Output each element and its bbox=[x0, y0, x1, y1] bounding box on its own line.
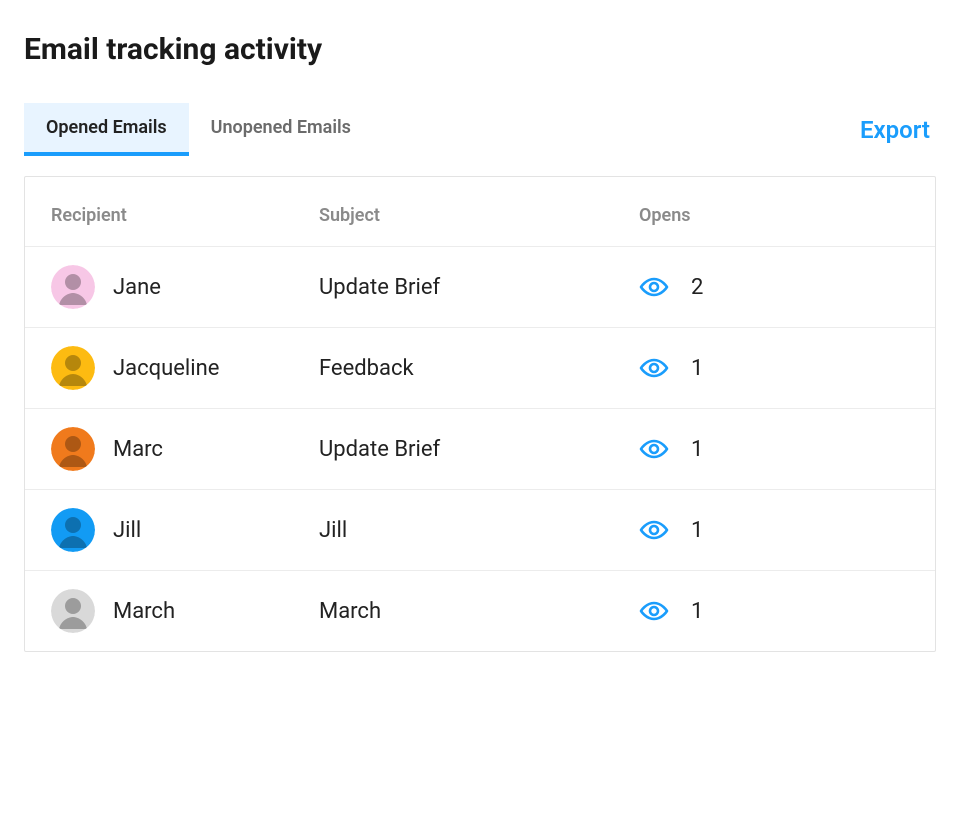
opens-count: 2 bbox=[691, 275, 703, 300]
avatar bbox=[51, 427, 95, 471]
avatar bbox=[51, 346, 95, 390]
email-subject: March bbox=[319, 599, 381, 624]
recipient-name: March bbox=[113, 599, 175, 624]
col-header-opens: Opens bbox=[639, 205, 909, 226]
recipient-name: Jane bbox=[113, 275, 161, 300]
eye-icon bbox=[639, 277, 669, 297]
email-subject: Update Brief bbox=[319, 275, 440, 300]
eye-icon bbox=[639, 520, 669, 540]
email-subject: Jill bbox=[319, 518, 347, 543]
page-title: Email tracking activity bbox=[24, 32, 936, 67]
opens-count: 1 bbox=[691, 518, 703, 543]
col-header-subject: Subject bbox=[319, 205, 639, 226]
table-row[interactable]: Jill Jill 1 bbox=[25, 489, 935, 570]
email-subject: Feedback bbox=[319, 356, 414, 381]
avatar bbox=[51, 508, 95, 552]
avatar bbox=[51, 265, 95, 309]
col-header-recipient: Recipient bbox=[51, 205, 319, 226]
tab-bar: Opened Emails Unopened Emails Export bbox=[24, 103, 936, 156]
table-row[interactable]: Jane Update Brief 2 bbox=[25, 246, 935, 327]
tab-opened-emails[interactable]: Opened Emails bbox=[24, 103, 189, 156]
table-row[interactable]: Jacqueline Feedback 1 bbox=[25, 327, 935, 408]
avatar bbox=[51, 589, 95, 633]
recipient-name: Marc bbox=[113, 437, 163, 462]
email-subject: Update Brief bbox=[319, 437, 440, 462]
eye-icon bbox=[639, 358, 669, 378]
recipient-name: Jill bbox=[113, 518, 141, 543]
table-row[interactable]: Marc Update Brief 1 bbox=[25, 408, 935, 489]
opens-count: 1 bbox=[691, 437, 703, 462]
tabs: Opened Emails Unopened Emails bbox=[24, 103, 373, 156]
table-header: Recipient Subject Opens bbox=[25, 177, 935, 246]
table-row[interactable]: March March 1 bbox=[25, 570, 935, 651]
recipient-name: Jacqueline bbox=[113, 356, 219, 381]
eye-icon bbox=[639, 439, 669, 459]
tab-unopened-emails[interactable]: Unopened Emails bbox=[189, 103, 373, 156]
export-button[interactable]: Export bbox=[860, 116, 936, 144]
tracking-table: Recipient Subject Opens Jane Update Brie… bbox=[24, 176, 936, 652]
opens-count: 1 bbox=[691, 356, 703, 381]
eye-icon bbox=[639, 601, 669, 621]
opens-count: 1 bbox=[691, 599, 703, 624]
